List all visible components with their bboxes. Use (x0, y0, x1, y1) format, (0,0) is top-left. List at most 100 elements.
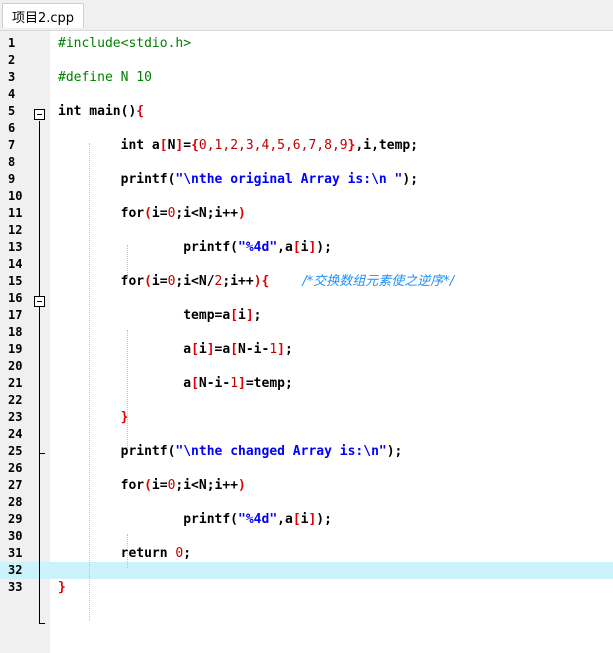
line-number: 33 (8, 580, 23, 594)
code-line[interactable]: 10 (0, 188, 613, 205)
fold-toggle-icon[interactable] (34, 109, 45, 120)
code-line[interactable]: 9 printf("\nthe original Array is:\n "); (0, 171, 613, 188)
code-token: ) (238, 206, 246, 221)
code-line[interactable]: 23 } (0, 409, 613, 426)
code-token: 1 (269, 342, 278, 357)
line-number: 3 (8, 70, 16, 84)
file-tab[interactable]: 项目2.cpp (2, 3, 85, 28)
code-line[interactable]: 30 (0, 528, 613, 545)
line-number: 14 (8, 257, 23, 271)
line-number: 11 (8, 206, 23, 220)
code-token: [ (159, 138, 168, 153)
line-number: 21 (8, 376, 23, 390)
code-line[interactable]: 22 (0, 392, 613, 409)
line-number: 7 (8, 138, 16, 152)
code-text: #include<stdio.h> (58, 35, 191, 52)
code-line[interactable]: 16 (0, 290, 613, 307)
line-number: 5 (8, 104, 16, 118)
code-line[interactable]: 13 printf("%4d",a[i]); (0, 239, 613, 256)
code-token: printf( (58, 444, 176, 459)
code-text: a[N-i-1]=temp; (58, 375, 293, 392)
line-number: 24 (8, 427, 23, 441)
code-line[interactable]: 28 (0, 494, 613, 511)
line-number: 10 (8, 189, 23, 203)
code-token: "%4d" (238, 512, 278, 527)
code-token: for (58, 206, 145, 221)
tab-bar: 项目2.cpp (0, 0, 613, 31)
code-line[interactable]: 25 printf("\nthe changed Array is:\n"); (0, 443, 613, 460)
code-token: ;i++ (222, 274, 254, 289)
code-token: [ (292, 240, 301, 255)
line-number: 19 (8, 342, 23, 356)
line-number: 12 (8, 223, 23, 237)
code-line[interactable]: 18 (0, 324, 613, 341)
code-text: printf("%4d",a[i]); (58, 239, 332, 256)
code-token: for (58, 478, 145, 493)
code-line[interactable]: 3 #define N 10 (0, 69, 613, 86)
code-line[interactable]: 31 return 0; (0, 545, 613, 562)
code-token: ; (253, 308, 262, 323)
code-token: "\nthe changed Array is:\n" (175, 444, 387, 459)
code-token: ] (245, 308, 254, 323)
code-line[interactable]: 27 for(i=0;i<N;i++) (0, 477, 613, 494)
code-token: for (58, 274, 145, 289)
line-number: 1 (8, 36, 16, 50)
code-token: { (191, 138, 199, 153)
code-line[interactable]: 32 (0, 562, 613, 579)
code-token: ( (144, 478, 152, 493)
code-text: int main(){ (58, 103, 144, 120)
line-number: 30 (8, 529, 23, 543)
code-token: printf( (58, 240, 239, 255)
code-token: ] (277, 342, 285, 357)
code-line[interactable]: 19 a[i]=a[N-i-1]; (0, 341, 613, 358)
code-token: "%4d" (238, 240, 278, 255)
code-line[interactable]: 29 printf("%4d",a[i]); (0, 511, 613, 528)
code-token: ;i<N;i++ (175, 478, 239, 493)
code-token: =a (214, 342, 231, 357)
code-line[interactable]: 20 (0, 358, 613, 375)
code-line[interactable]: 7 int a[N]={0,1,2,3,4,5,6,7,8,9},i,temp; (0, 137, 613, 154)
code-line[interactable]: 11 for(i=0;i<N;i++) (0, 205, 613, 222)
code-text: int a[N]={0,1,2,3,4,5,6,7,8,9},i,temp; (58, 137, 418, 154)
code-line[interactable]: 24 (0, 426, 613, 443)
code-line[interactable]: 12 (0, 222, 613, 239)
code-token: i= (151, 274, 168, 289)
line-number: 28 (8, 495, 23, 509)
code-text: } (58, 409, 129, 426)
fold-toggle-icon[interactable] (34, 296, 45, 307)
code-token: i (198, 342, 207, 357)
code-editor[interactable]: 1 #include<stdio.h> 2 3 #define N 10 4 5 int ma… (0, 31, 613, 653)
code-line[interactable]: 2 (0, 52, 613, 69)
code-token: ); (386, 444, 403, 459)
line-number: 31 (8, 546, 23, 560)
code-line[interactable]: 15 for(i=0;i<N/2;i++){ /*交换数组元素使之逆序*/ (0, 273, 613, 290)
code-token: i= (151, 206, 168, 221)
code-line[interactable]: 33} (0, 579, 613, 596)
code-line[interactable]: 1 #include<stdio.h> (0, 35, 613, 52)
line-number: 22 (8, 393, 23, 407)
line-number: 8 (8, 155, 16, 169)
code-text: for(i=0;i<N;i++) (58, 477, 246, 494)
code-token: return (58, 546, 176, 561)
indent-guide (127, 534, 128, 568)
code-line[interactable]: 6 (0, 120, 613, 137)
code-text: return 0; (58, 545, 191, 562)
code-line[interactable]: 4 (0, 86, 613, 103)
line-number: 20 (8, 359, 23, 373)
code-token: ; (183, 546, 192, 561)
code-token: } (58, 410, 129, 425)
code-line[interactable]: 8 (0, 154, 613, 171)
line-number: 16 (8, 291, 23, 305)
code-token: } (58, 580, 66, 595)
code-token: i (238, 308, 246, 323)
code-token: [ (230, 342, 239, 357)
file-tab-label: 项目2.cpp (12, 10, 75, 26)
code-line[interactable]: 17 temp=a[i]; (0, 307, 613, 324)
line-number: 13 (8, 240, 23, 254)
code-token: ,i,temp; (355, 138, 419, 153)
line-number: 18 (8, 325, 23, 339)
code-line[interactable]: 5 int main(){ (0, 103, 613, 120)
code-line[interactable]: 21 a[N-i-1]=temp; (0, 375, 613, 392)
code-line[interactable]: 26 (0, 460, 613, 477)
code-line[interactable]: 14 (0, 256, 613, 273)
